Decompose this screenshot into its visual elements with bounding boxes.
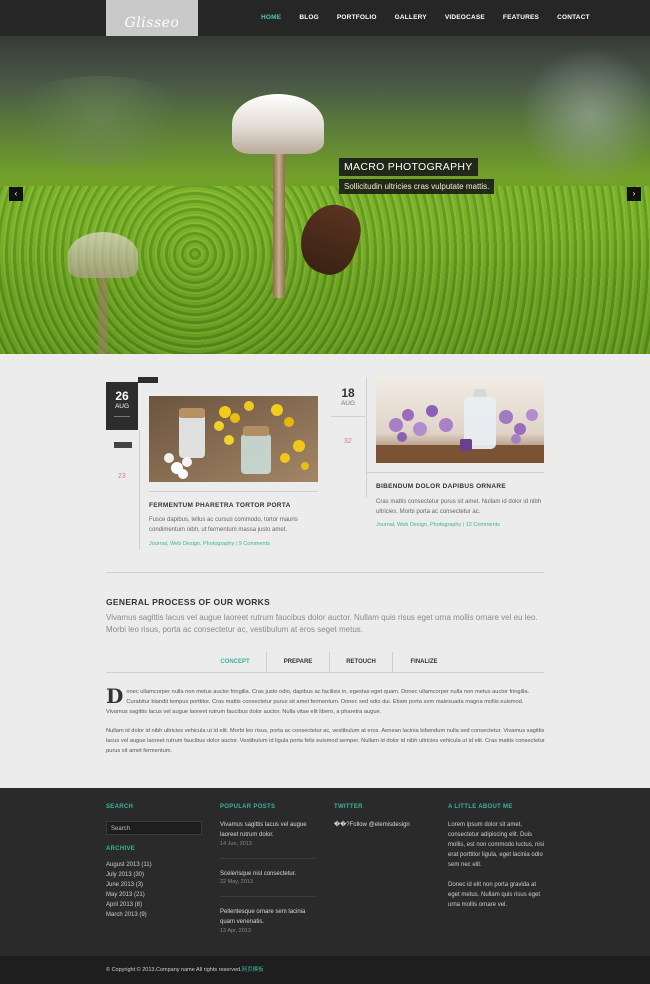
post-image-flowers-jars[interactable] <box>149 396 318 482</box>
section-subtitle: Vivamus sagittis lacus vel augue laoreet… <box>106 613 538 634</box>
popular-post-date: 22 May, 2013 <box>220 879 253 885</box>
post-image-lavender-bottle[interactable] <box>376 377 544 463</box>
nav-videocase[interactable]: VIDEOCASE <box>436 0 494 36</box>
nav-portfolio[interactable]: PORTFOLIO <box>328 0 386 36</box>
post-day: 26 <box>115 389 129 403</box>
comment-bubble-icon <box>114 442 132 448</box>
post-categories[interactable]: Journal, Web Design, Photography <box>149 541 234 547</box>
tab-retouch[interactable]: RETOUCH <box>329 652 392 672</box>
post-meta: Journal, Web Design, Photography | 9 Com… <box>149 541 270 547</box>
copyright: © Copyright © 2013.Company name All righ… <box>106 965 264 973</box>
section-title: GENERAL PROCESS OF OUR WORKS <box>106 597 271 607</box>
copyright-text: © Copyright © 2013.Company name All righ… <box>106 967 242 973</box>
popular-post-link[interactable]: Scelerisque nisl consectetur. <box>220 869 315 879</box>
slider-next-button[interactable]: › <box>627 187 641 201</box>
post-title[interactable]: BIBENDUM DOLOR DAPIBUS ORNARE <box>376 483 506 490</box>
logo-text: Glisseo <box>124 15 180 31</box>
process-tabs: CONCEPT PREPARE RETOUCH FINALIZE <box>204 652 455 672</box>
post-image-art <box>149 396 318 482</box>
nav-home[interactable]: HOME <box>252 0 290 36</box>
paragraph-text: onec ullamcorper nulla non metus auctor … <box>106 689 530 715</box>
popular-post-link[interactable]: Vivamus sagittis lacus vel augue laoreet… <box>220 820 315 840</box>
post-meta: Journal, Web Design, Photography | 12 Co… <box>376 522 500 528</box>
tabs-divider <box>106 672 544 673</box>
tab-content-paragraph: Nullam id dolor id nibh ultricies vehicu… <box>106 728 545 754</box>
post-month: AUG <box>340 400 356 407</box>
post-image-art <box>376 377 544 463</box>
popular-post-divider <box>220 896 315 897</box>
footer-search-input[interactable]: Search <box>106 821 202 835</box>
bottom-bar <box>0 956 650 984</box>
popular-post-date: 14 Jun, 2013 <box>220 841 252 847</box>
post-timeline-line <box>366 377 367 497</box>
post-excerpt: Fusce dapibus, tellus ac cursus commodo,… <box>149 517 298 533</box>
comment-count[interactable]: 23 <box>118 473 126 480</box>
nav-blog[interactable]: BLOG <box>290 0 328 36</box>
date-box-tab <box>138 377 158 383</box>
post-divider <box>149 491 318 492</box>
slider-prev-button[interactable]: ‹ <box>9 187 23 201</box>
bokeh-light <box>520 46 650 186</box>
post-comments-link[interactable]: 12 Comments <box>466 522 500 528</box>
tab-finalize[interactable]: FINALIZE <box>392 652 455 672</box>
post-divider <box>367 472 544 473</box>
popular-post-date: 13 Apr, 2013 <box>220 928 251 934</box>
footer-search-heading: SEARCH <box>106 804 134 810</box>
mushroom-stem-small <box>98 272 108 354</box>
mushroom-cap <box>232 94 324 154</box>
post-comments-link[interactable]: 9 Comments <box>239 541 270 547</box>
twitter-follow-link[interactable]: ��?Follow @elemisdesign <box>334 821 410 828</box>
popular-post-link[interactable]: Pellentesque ornare sem lacinia quam ven… <box>220 907 315 927</box>
copyright-link[interactable]: 网页模板 <box>242 967 264 973</box>
footer-twitter-heading: TWITTER <box>334 804 363 810</box>
nav-features[interactable]: FEATURES <box>494 0 548 36</box>
post-date: 18 AUG <box>331 378 365 416</box>
post-day: 18 <box>341 386 355 400</box>
footer-about-heading: A LITTLE ABOUT ME <box>448 804 513 810</box>
main-nav: HOME BLOG PORTFOLIO GALLERY VIDEOCASE FE… <box>252 0 599 36</box>
tab-prepare[interactable]: PREPARE <box>266 652 329 672</box>
header: Glisseo HOME BLOG PORTFOLIO GALLERY VIDE… <box>0 0 650 46</box>
archive-link[interactable]: April 2013 (8) <box>106 902 142 908</box>
post-date: 26 AUG <box>106 382 138 430</box>
archive-link[interactable]: May 2013 (21) <box>106 892 145 898</box>
nav-contact[interactable]: CONTACT <box>548 0 599 36</box>
date-divider <box>114 416 130 417</box>
footer-popular-heading: POPULAR POSTS <box>220 804 276 810</box>
date-divider <box>331 416 365 417</box>
tab-concept[interactable]: CONCEPT <box>204 652 266 672</box>
post-month: AUG <box>114 403 130 410</box>
post-title[interactable]: FERMENTUM PHARETRA TORTOR PORTA <box>149 502 291 509</box>
archive-link[interactable]: March 2013 (9) <box>106 912 147 918</box>
mushroom-stem <box>273 148 285 298</box>
bokeh-light <box>0 76 200 166</box>
footer-archive-heading: ARCHIVE <box>106 846 136 852</box>
mushroom-cap-small <box>68 232 138 278</box>
nav-gallery[interactable]: GALLERY <box>386 0 436 36</box>
footer <box>0 788 650 956</box>
archive-link[interactable]: July 2013 (30) <box>106 872 144 878</box>
post-excerpt: Cras mattis consectetur purus sit amet. … <box>376 499 542 515</box>
tab-content-paragraph: Donec ullamcorper nulla non metus auctor… <box>106 684 546 717</box>
slide-caption-title: MACRO PHOTOGRAPHY <box>339 158 478 176</box>
about-text: Lorem ipsum dolor sit amet, consectetur … <box>448 822 545 868</box>
hero-slider <box>0 36 650 354</box>
post-timeline-line <box>139 430 140 550</box>
dropcap: D <box>106 684 124 708</box>
archive-link[interactable]: June 2013 (3) <box>106 882 143 888</box>
section-divider <box>106 572 544 573</box>
slide-caption-subtitle: Sollicitudin ultricies cras vulputate ma… <box>339 179 495 194</box>
popular-post-divider <box>220 858 315 859</box>
about-text: Donec id elit non porta gravida at eget … <box>448 882 541 908</box>
post-categories[interactable]: Journal, Web Design, Photography <box>376 522 461 528</box>
archive-link[interactable]: August 2013 (11) <box>106 862 152 868</box>
comment-count[interactable]: 32 <box>344 438 352 445</box>
